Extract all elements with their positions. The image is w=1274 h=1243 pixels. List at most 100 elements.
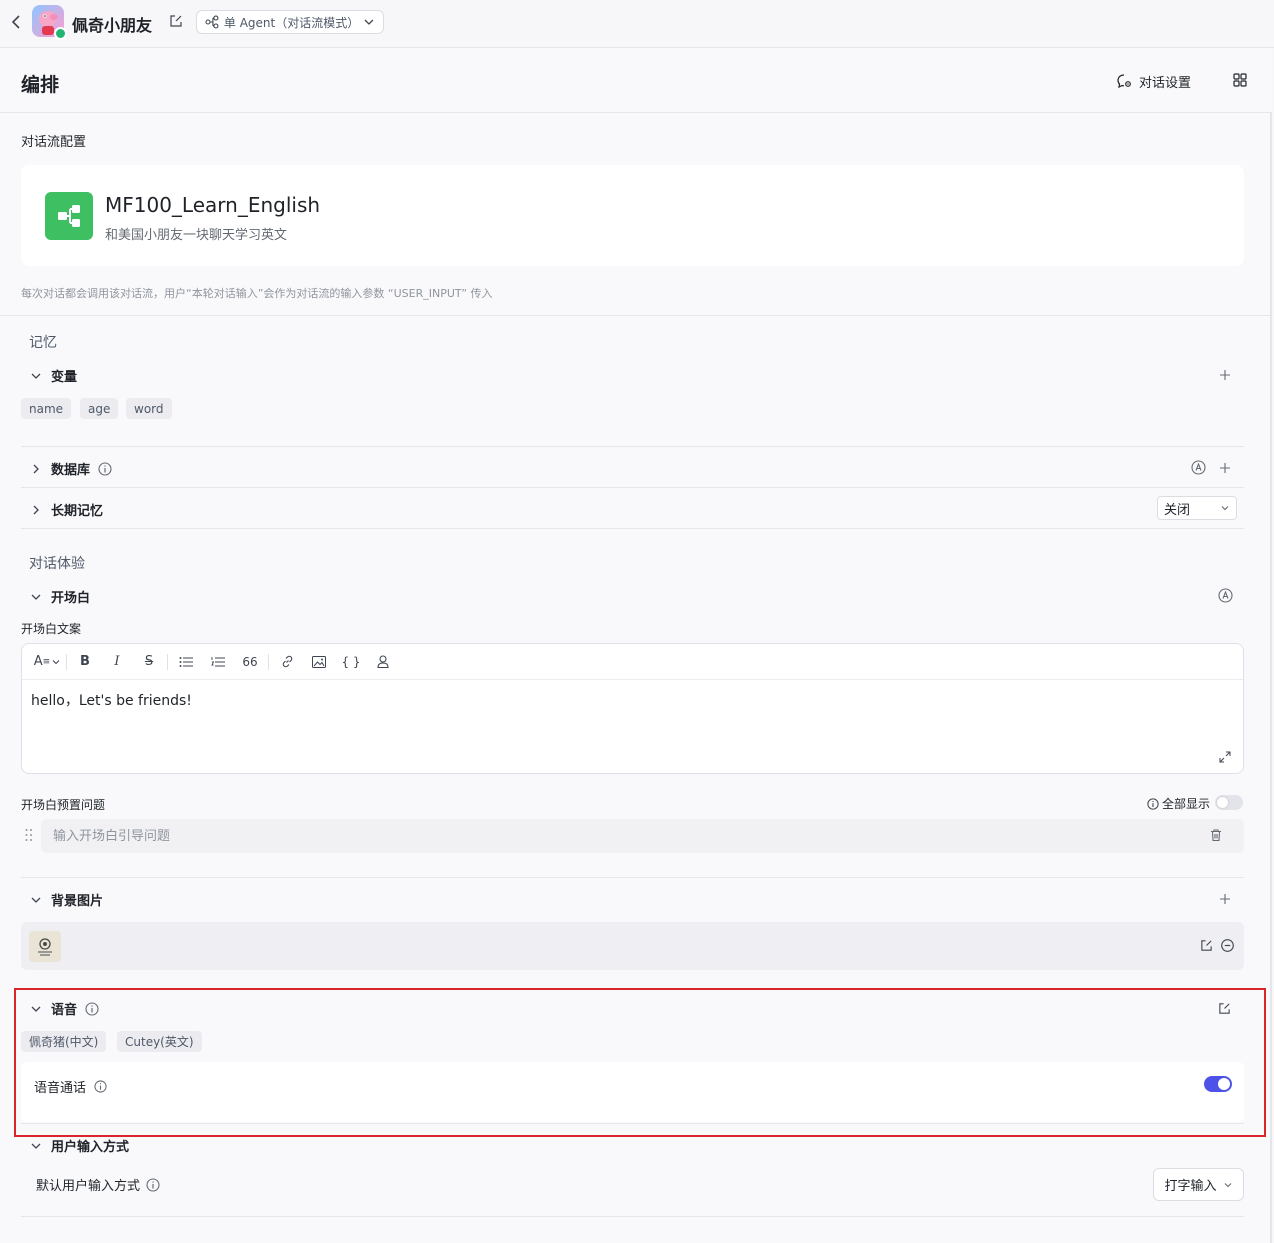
image-icon[interactable] bbox=[303, 650, 335, 674]
add-variable-icon[interactable] bbox=[1218, 368, 1232, 382]
bot-avatar[interactable] bbox=[32, 5, 67, 40]
input-mode-value: 打字输入 bbox=[1164, 1179, 1217, 1194]
info-icon[interactable] bbox=[94, 1079, 108, 1094]
variable-chip[interactable]: name bbox=[21, 398, 72, 419]
strikethrough-icon[interactable]: S bbox=[133, 650, 165, 674]
add-database-icon[interactable] bbox=[1218, 461, 1232, 475]
settings-chat-icon bbox=[1117, 74, 1131, 89]
show-all-toggle[interactable] bbox=[1215, 795, 1243, 810]
show-all-label: 全部显示 bbox=[1162, 797, 1211, 811]
info-icon[interactable] bbox=[146, 1177, 160, 1192]
voice-chip[interactable]: Cutey(英文) bbox=[117, 1031, 202, 1052]
divider bbox=[21, 1123, 1244, 1124]
bot-name: 佩奇小朋友 bbox=[72, 16, 153, 35]
info-icon[interactable] bbox=[1147, 797, 1159, 810]
edit-icon[interactable] bbox=[169, 14, 183, 28]
toolbar-separator bbox=[66, 653, 67, 670]
voice-title: 语音 bbox=[51, 1003, 78, 1018]
info-icon[interactable] bbox=[98, 461, 112, 476]
remove-icon[interactable] bbox=[1221, 939, 1234, 952]
divider bbox=[21, 487, 1244, 488]
opening-title: 开场白 bbox=[51, 591, 91, 606]
chevron-down-icon[interactable] bbox=[29, 1139, 43, 1153]
chevron-down-icon[interactable] bbox=[29, 893, 43, 907]
long-term-memory-value: 关闭 bbox=[1164, 502, 1191, 518]
background-image-row bbox=[21, 922, 1244, 970]
voice-call-row: 语音通话 bbox=[21, 1062, 1244, 1122]
auto-generate-icon[interactable] bbox=[1191, 460, 1206, 475]
background-section-header[interactable]: 背景图片 bbox=[29, 890, 103, 909]
long-term-memory-select[interactable]: 关闭 bbox=[1157, 496, 1237, 520]
editor-toolbar: A ≡ B I S 66 { } bbox=[22, 644, 1243, 680]
workflow-name: MF100_Learn_English bbox=[105, 193, 321, 217]
chevron-down-icon bbox=[1221, 506, 1229, 511]
back-arrow-icon[interactable] bbox=[8, 12, 24, 32]
font-size-icon[interactable]: A ≡ bbox=[30, 650, 64, 674]
voice-chip[interactable]: 佩奇猪(中文) bbox=[21, 1031, 107, 1052]
edit-icon[interactable] bbox=[1218, 1002, 1231, 1015]
auto-generate-icon[interactable] bbox=[1218, 588, 1233, 603]
background-title: 背景图片 bbox=[51, 894, 104, 909]
code-icon[interactable]: { } bbox=[335, 650, 367, 674]
background-thumbnail[interactable] bbox=[29, 931, 61, 962]
agent-mode-label: 单 Agent（对话流模式） bbox=[223, 15, 360, 30]
verified-badge-icon bbox=[54, 27, 67, 40]
workflow-card[interactable]: MF100_Learn_English 和美国小朋友一块聊天学习英文 bbox=[21, 165, 1244, 266]
input-mode-select[interactable]: 打字输入 bbox=[1153, 1168, 1244, 1201]
dialog-settings-button[interactable]: 对话设置 bbox=[1116, 72, 1191, 91]
long-term-memory-header[interactable]: 长期记忆 bbox=[29, 500, 103, 519]
voice-call-label-group: 语音通话 bbox=[34, 1077, 108, 1096]
italic-icon[interactable]: I bbox=[101, 650, 133, 674]
toolbar-separator bbox=[167, 653, 168, 670]
user-icon[interactable] bbox=[367, 650, 399, 674]
opening-text[interactable]: hello，Let's be friends! bbox=[31, 690, 192, 710]
divider bbox=[21, 528, 1244, 529]
add-background-icon[interactable] bbox=[1218, 892, 1232, 906]
divider bbox=[21, 877, 1244, 878]
agent-mode-select[interactable]: 单 Agent（对话流模式） bbox=[196, 10, 384, 34]
default-input-label: 默认用户输入方式 bbox=[36, 1179, 141, 1194]
trash-icon[interactable] bbox=[1209, 828, 1223, 842]
variable-chip[interactable]: age bbox=[80, 398, 119, 419]
variables-section-header[interactable]: 变量 bbox=[29, 366, 77, 385]
expand-icon[interactable] bbox=[1219, 751, 1231, 763]
user-input-title: 用户输入方式 bbox=[51, 1140, 130, 1155]
info-icon[interactable] bbox=[85, 1001, 99, 1016]
long-term-memory-title: 长期记忆 bbox=[51, 504, 104, 519]
experience-group-title: 对话体验 bbox=[29, 556, 85, 572]
flow-config-label: 对话流配置 bbox=[21, 135, 87, 150]
divider bbox=[21, 446, 1244, 447]
layout-grid-icon[interactable] bbox=[1233, 73, 1247, 87]
opening-editor[interactable]: A ≡ B I S 66 { } hello，Let's be friends! bbox=[21, 643, 1244, 774]
drag-handle-icon[interactable] bbox=[24, 828, 34, 842]
workflow-note: 每次对话都会调用该对话流，用户“本轮对话输入”会作为对话流的输入参数 “USER… bbox=[21, 287, 493, 300]
dialog-settings-label: 对话设置 bbox=[1139, 76, 1192, 91]
chevron-down-icon bbox=[1224, 1182, 1231, 1187]
opening-section-header[interactable]: 开场白 bbox=[29, 587, 90, 606]
voice-call-toggle[interactable] bbox=[1204, 1076, 1232, 1092]
chevron-down-icon[interactable] bbox=[29, 1002, 43, 1016]
chevron-right-icon[interactable] bbox=[29, 503, 43, 517]
orchestration-panel: 编排 对话设置 对话流配置 MF100_Learn_English 和美国小朋友… bbox=[0, 48, 1272, 1243]
voice-call-label: 语音通话 bbox=[34, 1081, 87, 1096]
database-title: 数据库 bbox=[51, 463, 91, 478]
numbered-list-icon[interactable] bbox=[202, 650, 234, 674]
chevron-right-icon[interactable] bbox=[29, 462, 43, 476]
variables-title: 变量 bbox=[51, 370, 78, 385]
voice-section-header[interactable]: 语音 bbox=[29, 999, 99, 1018]
user-input-section-header[interactable]: 用户输入方式 bbox=[29, 1136, 129, 1155]
workflow-icon bbox=[45, 192, 93, 240]
bold-icon[interactable]: B bbox=[69, 650, 101, 674]
bullet-list-icon[interactable] bbox=[170, 650, 202, 674]
variable-chip[interactable]: word bbox=[126, 398, 172, 419]
link-icon[interactable] bbox=[271, 650, 303, 674]
database-section-header[interactable]: 数据库 bbox=[29, 459, 112, 478]
memory-group-title: 记忆 bbox=[29, 335, 57, 351]
chevron-down-icon[interactable] bbox=[29, 369, 43, 383]
divider bbox=[0, 315, 1272, 316]
chevron-down-icon bbox=[364, 19, 374, 25]
chevron-down-icon[interactable] bbox=[29, 590, 43, 604]
quote-icon[interactable]: 66 bbox=[234, 650, 266, 674]
edit-icon[interactable] bbox=[1200, 939, 1213, 952]
preset-question-input[interactable] bbox=[41, 819, 1181, 853]
